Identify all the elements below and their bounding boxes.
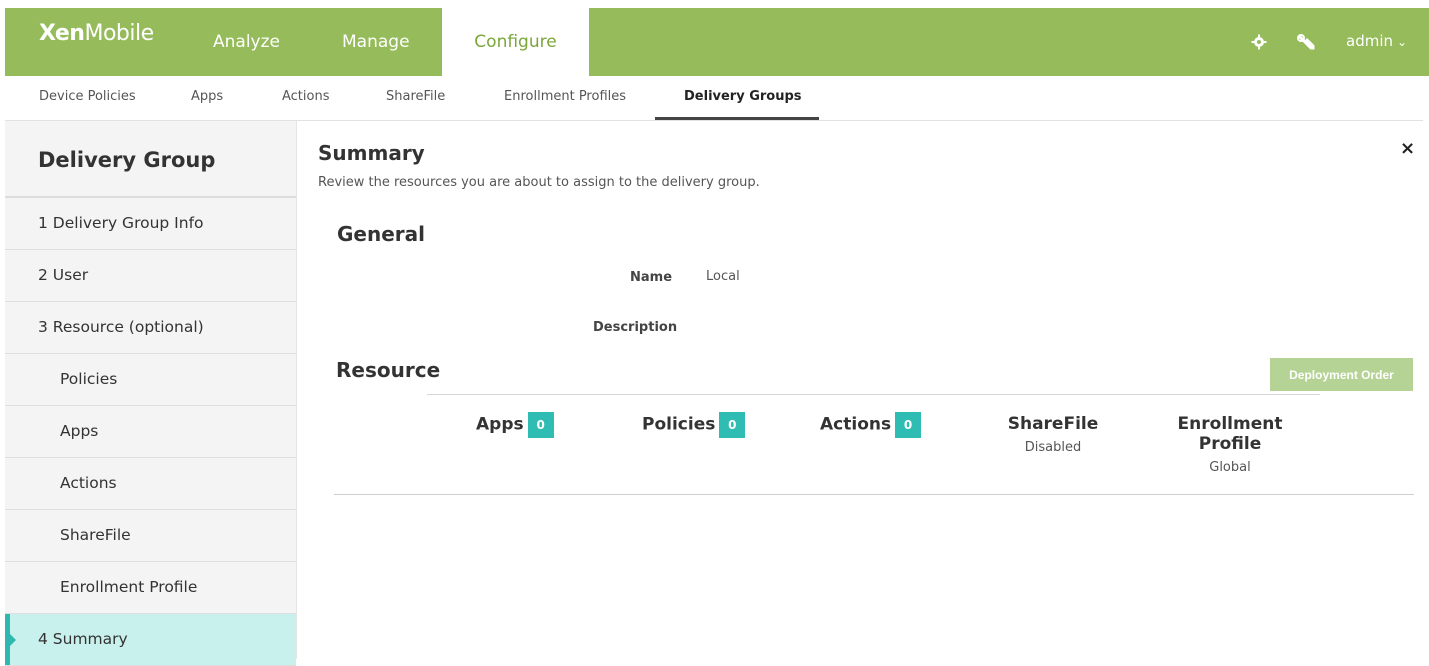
enrollment-profile-status: Global xyxy=(1209,460,1251,475)
resource-actions-label: Actions xyxy=(820,414,892,435)
close-icon[interactable]: × xyxy=(1400,138,1415,159)
nav-analyze[interactable]: Analyze xyxy=(213,8,280,76)
gear-icon[interactable] xyxy=(1251,34,1267,54)
resource-enrollment-label-line2: Profile xyxy=(1198,434,1262,454)
sidebar-item-resource[interactable]: 3 Resource (optional) xyxy=(5,302,296,354)
sharefile-status: Disabled xyxy=(1024,440,1082,455)
admin-username: admin xyxy=(1346,32,1393,50)
top-bar: XenMobile Analyze Manage Configure admin… xyxy=(5,8,1429,76)
sidebar-item-policies[interactable]: Policies xyxy=(5,354,296,406)
sidebar-item-user[interactable]: 2 User xyxy=(5,250,296,302)
xenmobile-logo[interactable]: XenMobile xyxy=(39,21,154,46)
resource-policies-label: Policies xyxy=(642,414,716,435)
sidebar-item-enrollment-profile[interactable]: Enrollment Profile xyxy=(5,562,296,614)
sidebar-item-sharefile[interactable]: ShareFile xyxy=(5,510,296,562)
chevron-down-icon: ⌄ xyxy=(1397,35,1408,49)
divider xyxy=(334,494,1414,495)
nav-manage[interactable]: Manage xyxy=(342,8,410,76)
nav-configure[interactable]: Configure xyxy=(442,8,589,76)
deployment-order-button[interactable]: Deployment Order xyxy=(1270,358,1413,391)
page-title: Summary xyxy=(318,141,425,165)
sidebar-title: Delivery Group xyxy=(5,121,296,198)
resource-sharefile-label: ShareFile xyxy=(1007,414,1099,434)
actions-count-badge: 0 xyxy=(895,412,922,438)
subnav-delivery-groups[interactable]: Delivery Groups xyxy=(684,89,802,104)
subnav-sharefile[interactable]: ShareFile xyxy=(386,89,445,104)
resource-sharefile: ShareFile Disabled xyxy=(1005,414,1101,455)
general-heading: General xyxy=(337,222,425,246)
sidebar-item-actions[interactable]: Actions xyxy=(5,458,296,510)
subnav-apps[interactable]: Apps xyxy=(191,89,223,104)
policies-count-badge: 0 xyxy=(719,412,746,438)
active-tab-indicator xyxy=(655,117,819,120)
subnav-enrollment-profiles[interactable]: Enrollment Profiles xyxy=(504,89,626,104)
sidebar-item-delivery-group-info[interactable]: 1 Delivery Group Info xyxy=(5,198,296,250)
resource-apps-label: Apps xyxy=(476,414,524,435)
resource-actions: Actions 0 xyxy=(820,412,922,438)
sidebar-item-apps[interactable]: Apps xyxy=(5,406,296,458)
resource-enrollment-profile: Enrollment Profile Global xyxy=(1170,414,1290,475)
subnav-device-policies[interactable]: Device Policies xyxy=(39,89,136,104)
resource-apps: Apps 0 xyxy=(476,412,554,438)
apps-count-badge: 0 xyxy=(527,412,554,438)
name-value: Local xyxy=(706,269,740,284)
name-label: Name xyxy=(630,270,673,285)
subnav-actions[interactable]: Actions xyxy=(282,89,330,104)
resource-enrollment-label-line1: Enrollment xyxy=(1177,414,1283,434)
sub-navigation: Device Policies Apps Actions ShareFile E… xyxy=(5,76,1423,121)
page-subtitle: Review the resources you are about to as… xyxy=(318,175,760,190)
sidebar-item-summary[interactable]: 4 Summary xyxy=(5,614,296,666)
description-label: Description xyxy=(593,320,678,335)
admin-menu[interactable]: admin ⌄ xyxy=(1346,32,1407,50)
wrench-icon[interactable] xyxy=(1297,34,1315,56)
resource-heading: Resource xyxy=(336,358,441,382)
resource-policies: Policies 0 xyxy=(642,412,746,438)
wizard-sidebar: Delivery Group 1 Delivery Group Info 2 U… xyxy=(5,121,297,666)
divider xyxy=(427,394,1320,395)
